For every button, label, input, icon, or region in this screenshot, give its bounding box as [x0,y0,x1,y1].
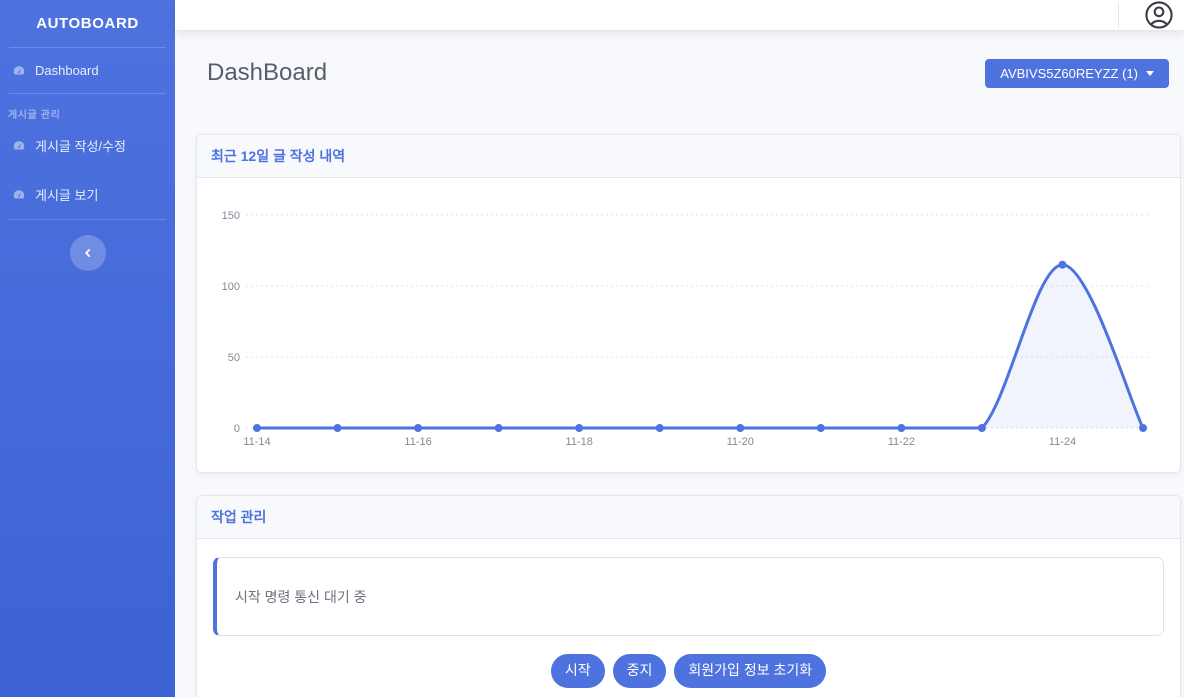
device-dropdown-label: AVBIVS5Z60REYZZ (1) [1000,66,1138,81]
svg-text:11-14: 11-14 [243,436,270,448]
svg-text:11-16: 11-16 [404,436,431,448]
status-message: 시작 명령 통신 대기 중 [235,587,366,607]
sidebar-divider [9,219,166,220]
job-card-header: 작업 관리 [197,496,1180,539]
user-menu-button[interactable] [1139,0,1179,30]
recent-posts-chart-card: 최근 12일 글 작성 내역 0 50 100 150 11-14 11-16 11-18 1… [196,134,1181,473]
sidebar-item-post-write-edit[interactable]: 게시글 작성/수정 [0,121,175,170]
page-title: DashBoard [207,59,327,87]
topbar-divider [1118,2,1119,28]
sidebar-item-post-view[interactable]: 게시글 보기 [0,170,175,219]
main-area: DashBoard AVBIVS5Z60REYZZ (1) 최근 12일 글 작… [175,0,1184,697]
sidebar-collapse-button[interactable] [70,235,106,271]
job-card-body: 시작 명령 통신 대기 중 시작 중지 회원가입 정보 초기화 [197,539,1180,697]
sidebar: AUTOBOARD Dashboard 게시글 관리 게시글 작성/수정 [0,0,175,697]
stop-button[interactable]: 중지 [613,654,667,688]
sidebar-item-label: 게시글 보기 [35,185,98,204]
chart-body: 0 50 100 150 11-14 11-16 11-18 11-20 11-22 11-24 [197,178,1180,472]
sidebar-item-label: Dashboard [35,63,99,78]
svg-text:11-20: 11-20 [727,436,754,448]
job-actions: 시작 중지 회원가입 정보 초기화 [213,654,1164,688]
page-content: DashBoard AVBIVS5Z60REYZZ (1) 최근 12일 글 작… [175,30,1184,697]
job-management-card: 작업 관리 시작 명령 통신 대기 중 시작 중지 회원가입 정보 초기화 [196,495,1181,697]
sidebar-item-label: 게시글 작성/수정 [35,136,126,155]
topbar [175,0,1184,30]
person-circle-icon [1144,0,1174,30]
svg-text:11-22: 11-22 [888,436,915,448]
brand-logo[interactable]: AUTOBOARD [0,0,175,47]
chart-card-header: 최근 12일 글 작성 내역 [197,135,1180,178]
sidebar-section-heading: 게시글 관리 [0,94,175,121]
caret-down-icon [1146,71,1154,76]
speedometer-icon [12,64,26,78]
svg-text:100: 100 [222,281,240,293]
reset-signup-info-button[interactable]: 회원가입 정보 초기화 [674,654,826,688]
line-chart: 0 50 100 150 11-14 11-16 11-18 11-20 11-22 11-24 [210,192,1167,454]
status-message-box: 시작 명령 통신 대기 중 [213,557,1164,636]
chevron-left-icon [82,247,94,259]
brand-text: AUTOBOARD [36,15,139,32]
start-button[interactable]: 시작 [551,654,605,688]
speedometer-icon [12,188,26,202]
speedometer-icon [12,139,26,153]
sidebar-item-dashboard[interactable]: Dashboard [0,48,175,93]
svg-text:0: 0 [234,423,240,435]
device-dropdown-button[interactable]: AVBIVS5Z60REYZZ (1) [985,59,1169,88]
svg-text:50: 50 [228,352,240,364]
svg-text:150: 150 [222,210,240,222]
svg-text:11-18: 11-18 [566,436,593,448]
svg-text:11-24: 11-24 [1049,436,1076,448]
